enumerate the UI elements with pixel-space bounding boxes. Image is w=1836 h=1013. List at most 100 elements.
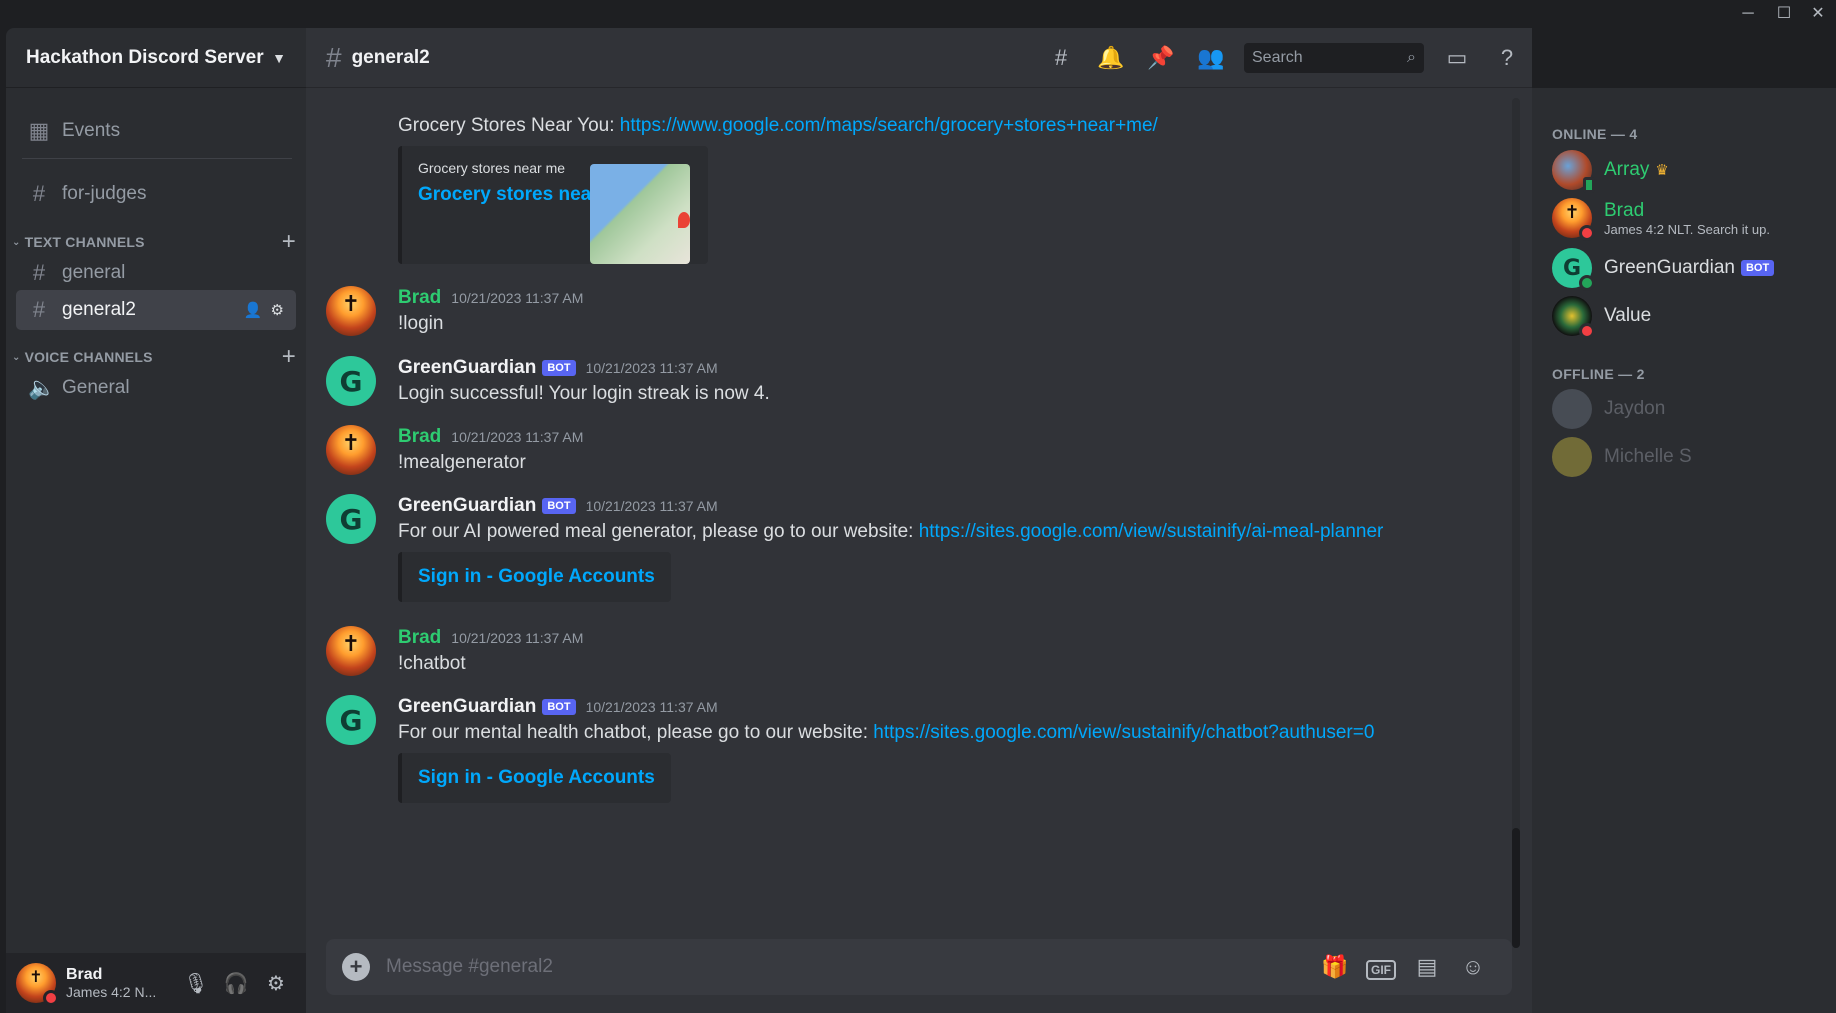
events-item[interactable]: ▦ Events xyxy=(16,111,296,151)
bot-badge: BOT xyxy=(542,699,576,715)
chat-area: # general2 # 🔔 📌 👥 Search ⌕ ▭ ? Grocery … xyxy=(306,28,1532,1013)
avatar[interactable] xyxy=(326,286,376,336)
member-name: GreenGuardian xyxy=(1604,257,1735,278)
member-item-array[interactable]: Array ♛ xyxy=(1552,146,1822,194)
help-icon[interactable]: ? xyxy=(1482,45,1532,71)
message-text: !chatbot xyxy=(398,653,466,674)
chevron-down-icon: ⌄ xyxy=(12,236,21,248)
message-timestamp: 10/21/2023 11:37 AM xyxy=(451,630,584,646)
inbox-icon[interactable]: ▭ xyxy=(1432,45,1482,71)
avatar[interactable] xyxy=(326,425,376,475)
microphone-icon[interactable]: 🎙 xyxy=(176,971,216,996)
server-header[interactable]: Hackathon Discord Server ▼ xyxy=(6,28,306,88)
bell-icon[interactable]: 🔔 xyxy=(1086,45,1136,71)
window-titlebar: ─ ☐ ✕ xyxy=(0,0,1836,28)
member-status-text: James 4:2 NLT. Search it up. xyxy=(1604,221,1770,237)
category-label: TEXT CHANNELS xyxy=(24,234,145,250)
avatar[interactable] xyxy=(16,963,59,1006)
member-item-brad[interactable]: Brad James 4:2 NLT. Search it up. xyxy=(1552,194,1822,242)
message-input[interactable] xyxy=(386,956,1312,978)
attach-plus-icon[interactable]: + xyxy=(342,953,370,981)
gear-icon[interactable]: ⚙ xyxy=(256,971,296,996)
channel-label: for-judges xyxy=(62,183,147,204)
voice-channel-general[interactable]: 🔈 General xyxy=(16,368,296,408)
gif-icon[interactable]: GIF xyxy=(1358,954,1404,980)
maximize-icon[interactable]: ☐ xyxy=(1766,2,1802,26)
events-label: Events xyxy=(62,120,121,141)
dnd-status-icon xyxy=(1579,323,1595,339)
scrollbar-track[interactable] xyxy=(1512,98,1520,948)
member-item-michelle[interactable]: Michelle S xyxy=(1552,433,1822,481)
avatar[interactable]: G xyxy=(326,494,376,544)
message-timestamp: 10/21/2023 11:37 AM xyxy=(585,498,718,514)
message-text: For our AI powered meal generator, pleas… xyxy=(398,518,1498,546)
message-link[interactable]: https://www.google.com/maps/search/groce… xyxy=(620,115,1158,136)
avatar xyxy=(1552,198,1595,241)
emoji-icon[interactable]: ☺ xyxy=(1450,954,1496,980)
threads-icon[interactable]: # xyxy=(1036,45,1086,71)
add-channel-icon[interactable]: + xyxy=(282,228,296,256)
text-channels-category[interactable]: ⌄ TEXT CHANNELS + xyxy=(12,228,296,255)
message-author[interactable]: Brad xyxy=(398,426,441,448)
channel-item-general[interactable]: # general xyxy=(16,253,296,293)
member-item-value[interactable]: Value xyxy=(1552,292,1822,340)
message-composer: + 🎁 GIF ▤ ☺ xyxy=(326,939,1512,995)
message-text-prefix: Grocery Stores Near You: xyxy=(398,115,620,136)
message-timestamp: 10/21/2023 11:37 AM xyxy=(451,429,584,445)
server-name: Hackathon Discord Server xyxy=(26,46,264,68)
avatar xyxy=(1552,389,1592,429)
embed-title[interactable]: Sign in - Google Accounts xyxy=(418,767,655,789)
channel-item-for-judges[interactable]: # for-judges xyxy=(16,174,296,214)
sticker-icon[interactable]: ▤ xyxy=(1404,954,1450,980)
avatar xyxy=(1552,150,1595,193)
member-list: ONLINE — 4 Array ♛ Brad James 4:2 NLT. Se… xyxy=(1532,88,1836,1013)
message-text: !mealgenerator xyxy=(398,452,526,473)
message-author[interactable]: GreenGuardian xyxy=(398,495,536,517)
search-input[interactable]: Search ⌕ xyxy=(1244,43,1424,73)
gift-icon[interactable]: 🎁 xyxy=(1312,954,1358,980)
avatar[interactable]: G xyxy=(326,695,376,745)
message-link[interactable]: https://sites.google.com/view/sustainify… xyxy=(873,722,1374,743)
message-author[interactable]: GreenGuardian xyxy=(398,357,536,379)
scrollbar-thumb[interactable] xyxy=(1512,828,1520,948)
bot-badge: BOT xyxy=(542,360,576,376)
search-placeholder: Search xyxy=(1252,49,1303,66)
message-text: !login xyxy=(398,313,444,334)
minimize-icon[interactable]: ─ xyxy=(1730,2,1766,26)
gear-icon[interactable]: ⚙ xyxy=(271,301,284,319)
message-link[interactable]: https://sites.google.com/view/sustainify… xyxy=(919,521,1384,542)
avatar[interactable] xyxy=(326,626,376,676)
add-channel-icon[interactable]: + xyxy=(282,343,296,371)
message-author[interactable]: Brad xyxy=(398,627,441,649)
discord-app: Hackathon Discord Server ▼ ▦ Events # fo… xyxy=(6,28,1836,1013)
invite-icon[interactable]: 👤 xyxy=(244,301,263,319)
member-name: Jaydon xyxy=(1604,398,1666,419)
voice-channels-category[interactable]: ⌄ VOICE CHANNELS + xyxy=(12,343,296,370)
speaker-icon: 🔈 xyxy=(28,375,56,400)
hashtag-icon: # xyxy=(32,297,46,322)
offline-header: OFFLINE — 2 xyxy=(1552,366,1645,382)
map-thumbnail[interactable] xyxy=(590,164,690,264)
user-status: James 4:2 N... xyxy=(66,984,157,1000)
message-author[interactable]: GreenGuardian xyxy=(398,696,536,718)
message-author[interactable]: Brad xyxy=(398,287,441,309)
member-item-jaydon[interactable]: Jaydon xyxy=(1552,385,1822,433)
channel-item-general2[interactable]: # general2 👤 ⚙ xyxy=(16,290,296,330)
user-name: Brad xyxy=(66,966,103,983)
avatar[interactable]: G xyxy=(326,356,376,406)
channel-label: General xyxy=(62,377,130,398)
hashtag-icon: # xyxy=(32,260,46,285)
message-timestamp: 10/21/2023 11:37 AM xyxy=(451,290,584,306)
message-timestamp: 10/21/2023 11:37 AM xyxy=(585,699,718,715)
member-list-icon[interactable]: 👥 xyxy=(1186,45,1236,71)
member-item-greenguardian[interactable]: G GreenGuardian BOT xyxy=(1552,244,1822,292)
embed-title[interactable]: Sign in - Google Accounts xyxy=(418,566,655,588)
headphones-icon[interactable]: 🎧 xyxy=(216,971,256,996)
channel-label: general2 xyxy=(62,299,136,320)
link-embed: Sign in - Google Accounts xyxy=(398,552,671,602)
close-icon[interactable]: ✕ xyxy=(1800,2,1836,26)
link-embed: Grocery stores near me Grocery stores ne… xyxy=(398,146,708,264)
chevron-down-icon: ▼ xyxy=(272,49,286,66)
message-text: For our mental health chatbot, please go… xyxy=(398,719,1498,747)
pin-icon[interactable]: 📌 xyxy=(1136,45,1186,71)
